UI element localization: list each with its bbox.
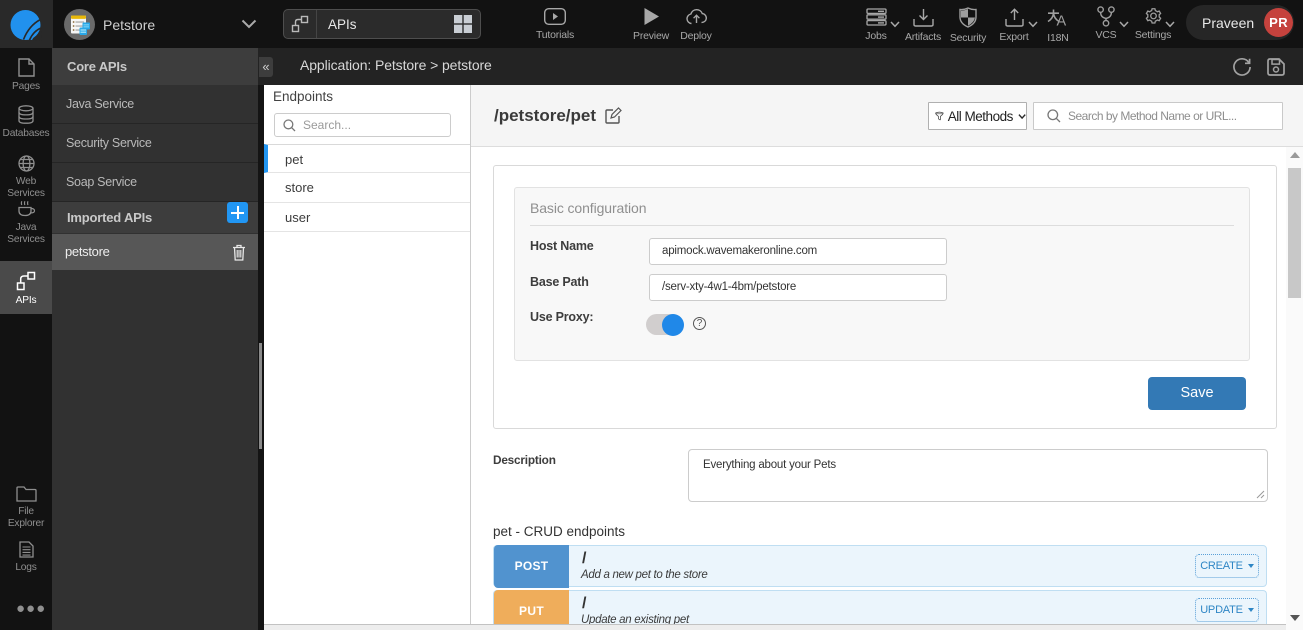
svg-text:A: A xyxy=(1057,14,1067,29)
